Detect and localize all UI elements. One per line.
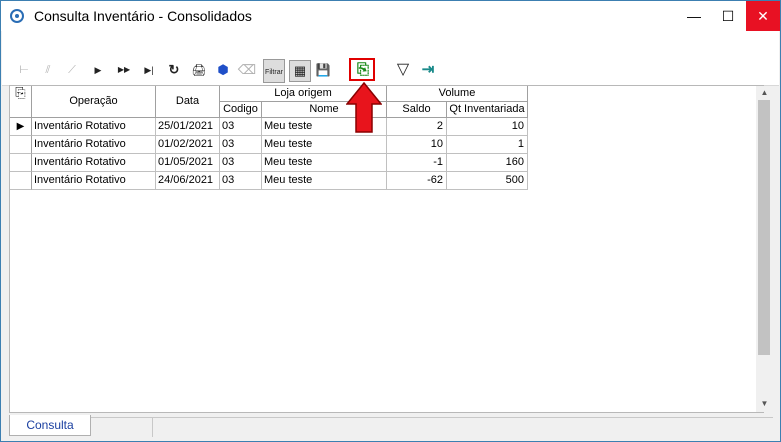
cell-data[interactable]: 25/01/2021 <box>156 118 220 136</box>
col-codigo[interactable]: Codigo <box>220 102 262 118</box>
cell-codigo[interactable]: 03 <box>220 172 262 190</box>
next-page-icon[interactable]: ▶▶ <box>114 60 134 80</box>
cell-qt-inventariada[interactable]: 500 <box>447 172 528 190</box>
status-separator <box>152 417 153 437</box>
cell-saldo[interactable]: 2 <box>387 118 447 136</box>
filtrar-icon[interactable]: Filtrar <box>263 59 285 83</box>
scroll-thumb[interactable] <box>758 100 770 355</box>
eraser-icon[interactable]: ⌫ <box>237 60 257 80</box>
row-indicator <box>10 172 32 190</box>
row-indicator <box>10 154 32 172</box>
col-data[interactable]: Data <box>156 86 220 118</box>
cell-saldo[interactable]: -62 <box>387 172 447 190</box>
cell-nome[interactable]: Meu teste <box>262 154 387 172</box>
cell-codigo[interactable]: 03 <box>220 118 262 136</box>
col-operacao[interactable]: Operação <box>32 86 156 118</box>
cell-operacao[interactable]: Inventário Rotativo <box>32 118 156 136</box>
cell-saldo[interactable]: 10 <box>387 136 447 154</box>
cell-nome[interactable]: Meu teste <box>262 172 387 190</box>
cell-operacao[interactable]: Inventário Rotativo <box>32 172 156 190</box>
tag-icon[interactable]: ⬢ <box>213 60 233 80</box>
cell-qt-inventariada[interactable]: 160 <box>447 154 528 172</box>
cell-data[interactable]: 01/02/2021 <box>156 136 220 154</box>
cell-data[interactable]: 01/05/2021 <box>156 154 220 172</box>
maximize-button[interactable]: ☐ <box>711 1 745 31</box>
exit-icon[interactable]: ⇥ <box>418 60 438 80</box>
row-indicator-icon: ▶ <box>10 118 32 136</box>
cell-qt-inventariada[interactable]: 10 <box>447 118 528 136</box>
close-button[interactable]: ✕ <box>746 1 780 31</box>
tab-consulta[interactable]: Consulta <box>9 415 91 436</box>
title-bar: Consulta Inventário - Consolidados — ☐ ✕ <box>1 1 780 31</box>
cell-codigo[interactable]: 03 <box>220 154 262 172</box>
save-icon[interactable]: 💾 <box>313 60 333 80</box>
cell-qt-inventariada[interactable]: 1 <box>447 136 528 154</box>
book-icon: ⎘ <box>10 86 32 118</box>
first-record-icon[interactable]: ⊢ <box>14 60 34 80</box>
refresh-icon[interactable]: ↻ <box>164 60 184 80</box>
window: Consulta Inventário - Consolidados — ☐ ✕… <box>0 0 781 442</box>
filter-icon[interactable]: ▽ <box>393 60 413 80</box>
status-bar <box>9 417 773 438</box>
minimize-button[interactable]: — <box>677 1 711 31</box>
cell-codigo[interactable]: 03 <box>220 136 262 154</box>
cell-nome[interactable]: Meu teste <box>262 136 387 154</box>
window-title: Consulta Inventário - Consolidados <box>34 8 252 24</box>
scroll-up-icon[interactable]: ▲ <box>756 88 773 97</box>
toolbar: ⊢ ⫽ ⟋ ▶ ▶▶ ▶| ↻ 🖨 ⬢ ⌫ Filtrar ▦ 💾 ⎘ ▽ ⇥ <box>2 31 779 86</box>
app-icon <box>10 9 24 23</box>
col-qt-inventariada[interactable]: Qt Inventariada <box>447 102 528 118</box>
chart-icon[interactable]: ▦ <box>289 60 311 82</box>
prev-record-icon[interactable]: ⟋ <box>62 60 82 80</box>
col-group-volume: Volume <box>387 86 528 102</box>
col-saldo[interactable]: Saldo <box>387 102 447 118</box>
last-record-icon[interactable]: ▶| <box>139 60 159 80</box>
prev-page-icon[interactable]: ⫽ <box>38 60 58 80</box>
next-record-icon[interactable]: ▶ <box>88 60 108 80</box>
cell-operacao[interactable]: Inventário Rotativo <box>32 154 156 172</box>
highlight-box <box>349 58 375 81</box>
print-icon[interactable]: 🖨 <box>189 60 209 80</box>
scroll-down-icon[interactable]: ▼ <box>756 399 773 408</box>
data-grid: ⎘ Operação Data Loja origem Codigo Nome … <box>9 85 764 413</box>
vertical-scrollbar[interactable]: ▲ ▼ <box>756 86 773 412</box>
cell-operacao[interactable]: Inventário Rotativo <box>32 136 156 154</box>
cell-saldo[interactable]: -1 <box>387 154 447 172</box>
row-indicator <box>10 136 32 154</box>
cell-data[interactable]: 24/06/2021 <box>156 172 220 190</box>
red-arrow-icon <box>346 82 382 133</box>
